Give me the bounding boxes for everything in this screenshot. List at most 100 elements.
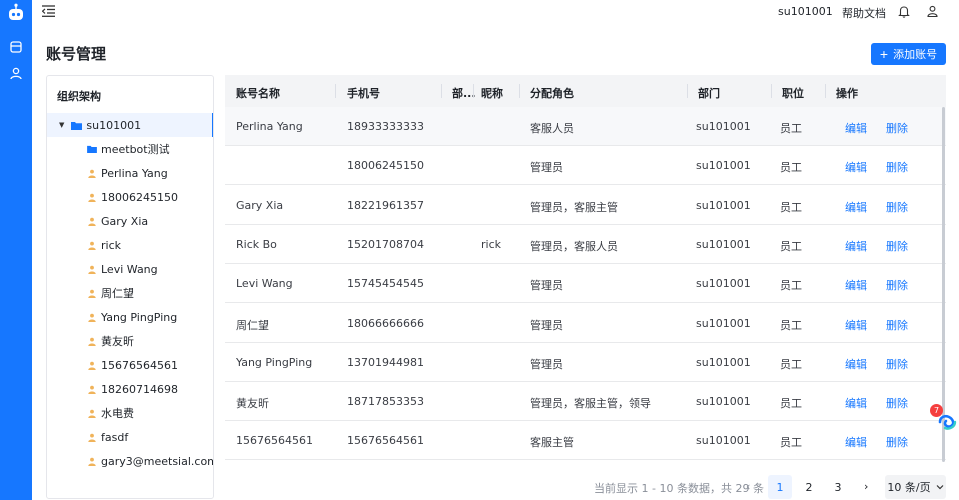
col-nickname[interactable]: 昵称 (481, 85, 503, 101)
help-docs-link[interactable]: 帮助文档 (842, 5, 886, 21)
tree-node[interactable]: 18260714698 (87, 377, 178, 401)
delete-link[interactable]: 删除 (886, 199, 908, 215)
tree-node[interactable]: 水电费 (87, 401, 134, 425)
cell-account-name: 周仁望 (236, 318, 269, 332)
column-divider (441, 84, 442, 98)
cell-phone: 18933333333 (347, 120, 424, 133)
prev-page-button[interactable]: ‹ (746, 480, 750, 493)
next-page-button[interactable]: › (864, 480, 868, 493)
tree-node-label: 18260714698 (101, 382, 178, 396)
delete-link[interactable]: 删除 (886, 277, 908, 293)
tree-node[interactable]: Yang PingPing (87, 305, 177, 329)
edit-link[interactable]: 编辑 (845, 395, 867, 411)
tree-node[interactable]: 黄友昕 (87, 329, 134, 353)
delete-link[interactable]: 删除 (886, 120, 908, 136)
table-header: 账号名称 手机号 部... 昵称 分配角色 部门 职位 操作 (225, 75, 946, 107)
folder-icon (71, 121, 83, 130)
tree-node-label: fasdf (101, 430, 129, 444)
cell-department: su101001 (696, 198, 751, 212)
page-2-button[interactable]: 2 (797, 475, 821, 499)
delete-link[interactable]: 删除 (886, 434, 908, 450)
cell-position: 员工 (780, 397, 802, 411)
cell-roles: 管理员，客服主管 (530, 200, 618, 214)
tree-root-node[interactable]: ▼ su101001 (47, 113, 213, 137)
caret-down-icon[interactable]: ▼ (59, 121, 64, 129)
edit-link[interactable]: 编辑 (845, 317, 867, 333)
tree-node-label: Perlina Yang (101, 166, 168, 180)
cell-account-name: Gary Xia (236, 198, 284, 212)
column-divider (473, 84, 474, 98)
col-actions: 操作 (836, 87, 858, 100)
col-position[interactable]: 职位 (782, 85, 804, 101)
edit-link[interactable]: 编辑 (845, 238, 867, 254)
col-dept-short[interactable]: 部... (452, 85, 476, 101)
cell-department: su101001 (696, 316, 751, 330)
tree-node[interactable]: meetbot测试 (87, 137, 170, 161)
cell-department: su101001 (696, 120, 751, 133)
tree-node[interactable]: 18006245150 (87, 185, 178, 209)
edit-link[interactable]: 编辑 (845, 120, 867, 136)
accounts-table: 账号名称 手机号 部... 昵称 分配角色 部门 职位 操作 Perlina Y… (225, 75, 946, 462)
page-size-select[interactable]: 10 条/页 (885, 475, 946, 499)
tree-node[interactable]: 周仁望 (87, 281, 134, 305)
col-roles[interactable]: 分配角色 (530, 85, 574, 101)
tree-node-label: rick (101, 238, 121, 252)
bell-icon[interactable] (898, 5, 910, 18)
delete-link[interactable]: 删除 (886, 356, 908, 372)
col-account-name[interactable]: 账号名称 (236, 85, 280, 101)
tree-node[interactable]: 15676564561 (87, 353, 178, 377)
tree-node[interactable]: Gary Xia (87, 209, 148, 233)
delete-link[interactable]: 删除 (886, 395, 908, 411)
cell-position: 员工 (780, 436, 802, 450)
delete-link[interactable]: 删除 (886, 317, 908, 333)
user-icon (87, 360, 97, 370)
cell-phone: 18066666666 (347, 316, 424, 330)
tree-node-label: 黄友昕 (101, 335, 134, 348)
user-icon (87, 408, 97, 418)
page-3-button[interactable]: 3 (826, 475, 850, 499)
user-icon (87, 216, 97, 226)
table-row: 18006245150 管理员 su101001 员工 编辑 删除 (225, 146, 946, 186)
tree-node[interactable]: Perlina Yang (87, 161, 168, 185)
cell-position: 员工 (780, 239, 802, 253)
user-icon (87, 336, 97, 346)
delete-link[interactable]: 删除 (886, 238, 908, 254)
edit-link[interactable]: 编辑 (845, 434, 867, 450)
robot-logo-icon[interactable] (6, 3, 26, 21)
cell-department: su101001 (696, 277, 751, 291)
edit-link[interactable]: 编辑 (845, 277, 867, 293)
tree-node[interactable]: fasdf (87, 425, 128, 449)
cell-phone: 18006245150 (347, 159, 424, 173)
column-divider (825, 84, 826, 98)
delete-link[interactable]: 删除 (886, 159, 908, 175)
column-divider (335, 84, 336, 98)
user-manage-icon[interactable] (9, 66, 23, 80)
tree-node-label: 水电费 (101, 407, 134, 420)
org-tree-title: 组织架构 (57, 90, 101, 103)
profile-icon[interactable] (927, 5, 938, 17)
tree-node[interactable]: rick (87, 233, 121, 257)
user-icon (87, 168, 97, 178)
col-phone[interactable]: 手机号 (347, 85, 380, 101)
tree-node-label: Gary Xia (101, 214, 149, 228)
user-icon (87, 240, 97, 250)
edit-link[interactable]: 编辑 (845, 199, 867, 215)
menu-fold-icon[interactable] (42, 5, 55, 17)
cell-phone: 13701944981 (347, 355, 424, 369)
current-user-name[interactable]: su101001 (778, 5, 833, 18)
left-rail (0, 0, 32, 500)
edit-link[interactable]: 编辑 (845, 356, 867, 372)
edit-link[interactable]: 编辑 (845, 159, 867, 175)
table-row: 黄友昕 18717853353 管理员，客服主管，领导 su101001 员工 编辑 删除 (225, 382, 946, 422)
cell-phone: 18717853353 (347, 395, 424, 409)
col-department[interactable]: 部门 (698, 85, 720, 101)
org-tree-panel: 组织架构 ▼ su101001 meetbot测试 Perlina Yang 180… (46, 75, 214, 499)
dashboard-icon[interactable] (9, 40, 23, 54)
page-1-button[interactable]: 1 (768, 475, 792, 499)
tree-node[interactable]: Levi Wang (87, 257, 158, 281)
tree-node[interactable]: gary3@meetsial.com (87, 449, 214, 473)
cell-department: su101001 (696, 355, 751, 369)
notification-badge: 7 (930, 404, 943, 417)
add-account-button[interactable]: + 添加账号 (871, 43, 946, 65)
tree-node-label: gary3@meetsial.com (101, 454, 214, 468)
